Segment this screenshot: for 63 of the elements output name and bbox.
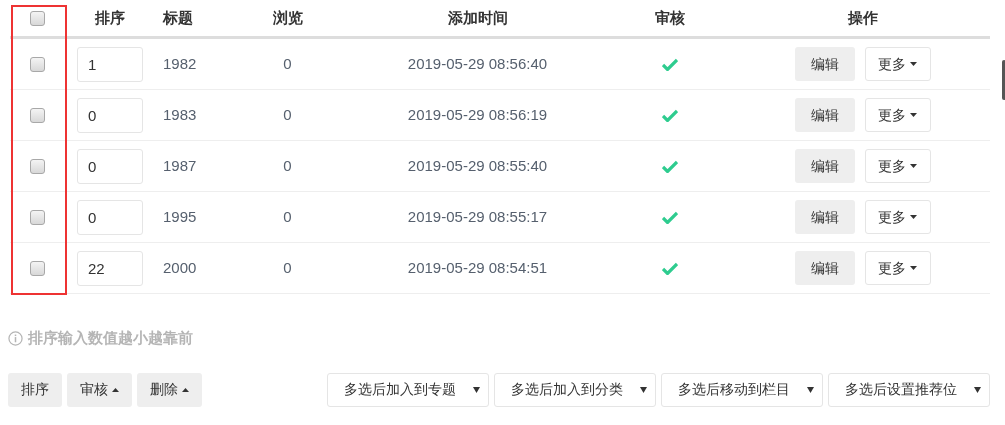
more-button[interactable]: 更多	[864, 149, 931, 183]
dropdown-icon	[473, 386, 480, 393]
more-button[interactable]: 更多	[864, 200, 931, 234]
column-header: 标题	[161, 7, 194, 28]
table-cell-text: 2019-05-29 08:55:17	[406, 206, 549, 227]
select-dropdown[interactable]: 多选后移动到栏目	[661, 372, 823, 407]
select-dropdown[interactable]: 多选后设置推荐位	[828, 372, 990, 407]
table-cell-text: 1995	[162, 206, 198, 227]
table-cell-text: 0	[282, 155, 293, 176]
table-cell-text: 2019-05-29 08:56:19	[406, 104, 549, 125]
hint-text: 排序输入数值越小越靠前	[28, 328, 193, 348]
column-header: 审核	[654, 7, 686, 28]
dropdown-icon	[640, 386, 647, 393]
edit-button[interactable]: 编辑	[794, 47, 855, 81]
dropdown-icon	[807, 386, 814, 393]
checkbox[interactable]	[30, 56, 45, 72]
caret-icon	[910, 215, 917, 219]
caret-icon	[910, 113, 917, 117]
edit-button[interactable]: 编辑	[794, 98, 855, 132]
table-cell-text: 1987	[162, 155, 198, 176]
edit-button[interactable]: 编辑	[794, 200, 855, 234]
checkbox[interactable]	[30, 107, 45, 123]
table-cell-text: 0	[282, 53, 293, 74]
action-button[interactable]: 删除	[137, 372, 202, 407]
table-cell-text: 1983	[162, 104, 198, 125]
caret-icon	[112, 387, 119, 392]
table-cell-text: 2000	[162, 257, 198, 278]
table-cell-text: 0	[282, 257, 293, 278]
table-cell-text: 1982	[162, 53, 198, 74]
sort-field[interactable]: 0	[77, 199, 143, 235]
sort-field[interactable]: 0	[77, 97, 143, 133]
table-cell-text: 2019-05-29 08:54:51	[406, 257, 549, 278]
checkbox[interactable]	[30, 260, 45, 276]
more-button[interactable]: 更多	[864, 251, 931, 285]
info-icon	[8, 330, 23, 346]
checkbox[interactable]	[30, 209, 45, 225]
table-cell-text: 0	[282, 206, 293, 227]
select-dropdown[interactable]: 多选后加入到分类	[494, 372, 656, 407]
sort-field[interactable]: 22	[77, 250, 143, 286]
edit-button[interactable]: 编辑	[794, 149, 855, 183]
edit-button[interactable]: 编辑	[794, 251, 855, 285]
scrollbar-thumb	[1002, 60, 1005, 100]
more-button[interactable]: 更多	[864, 98, 931, 132]
table-cell-text: 0	[282, 104, 293, 125]
sort-field[interactable]: 0	[77, 148, 143, 184]
column-header: 浏览	[271, 7, 304, 28]
table-cell-text: 2019-05-29 08:56:40	[406, 53, 549, 74]
column-header: 排序	[94, 7, 126, 28]
checkbox[interactable]	[30, 10, 45, 26]
caret-icon	[910, 164, 917, 168]
action-button[interactable]: 排序	[8, 372, 62, 407]
more-button[interactable]: 更多	[864, 47, 931, 81]
select-dropdown[interactable]: 多选后加入到专题	[327, 372, 489, 407]
caret-icon	[910, 266, 917, 270]
caret-icon	[910, 62, 917, 66]
sort-field[interactable]: 1	[77, 46, 143, 82]
caret-icon	[182, 387, 189, 392]
checkbox[interactable]	[30, 158, 45, 174]
column-header: 添加时间	[446, 7, 509, 28]
action-button[interactable]: 审核	[67, 372, 132, 407]
table-cell-text: 2019-05-29 08:55:40	[406, 155, 549, 176]
dropdown-icon	[974, 386, 981, 393]
column-header: 操作	[846, 7, 879, 28]
